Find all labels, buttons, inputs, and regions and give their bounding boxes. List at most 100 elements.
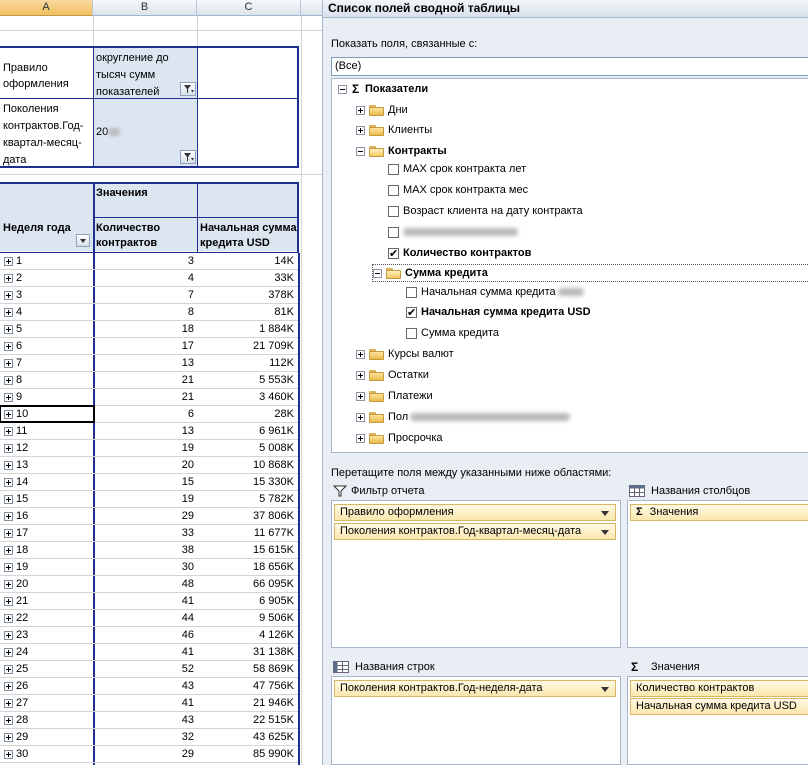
tree-node-contracts[interactable]: Контракты: [356, 142, 656, 160]
collapse-icon[interactable]: [338, 85, 347, 94]
table-row[interactable]: 19 30 18 656K: [0, 559, 298, 576]
expand-icon[interactable]: [4, 393, 13, 402]
table-row[interactable]: 9 21 3 460K: [0, 389, 298, 406]
expand-icon[interactable]: [4, 359, 13, 368]
expand-icon[interactable]: [4, 274, 13, 283]
field-max-years[interactable]: MAX срок контракта лет: [388, 160, 688, 178]
collapse-icon[interactable]: [373, 269, 382, 278]
expand-icon[interactable]: [4, 563, 13, 572]
tree-node-balances[interactable]: Остатки: [356, 366, 656, 384]
table-row[interactable]: 21 41 6 905K: [0, 593, 298, 610]
values-item[interactable]: Начальная сумма кредита USD: [630, 698, 808, 715]
dropdown-arrow-icon[interactable]: [601, 530, 609, 535]
expand-icon[interactable]: [356, 413, 365, 422]
expand-icon[interactable]: [4, 529, 13, 538]
dropdown-arrow-icon[interactable]: [601, 687, 609, 692]
field-checkbox[interactable]: [406, 328, 417, 339]
table-row[interactable]: 15 19 5 782K: [0, 491, 298, 508]
expand-icon[interactable]: [356, 106, 365, 115]
tree-node-payments[interactable]: Платежи: [356, 387, 656, 405]
expand-icon[interactable]: [4, 733, 13, 742]
tree-node-overdue[interactable]: Просрочка: [356, 429, 656, 447]
expand-icon[interactable]: [4, 580, 13, 589]
expand-icon[interactable]: [4, 444, 13, 453]
values-area[interactable]: Количество контрактов Начальная сумма кр…: [627, 676, 808, 765]
expand-icon[interactable]: [356, 371, 365, 380]
table-row[interactable]: 30 29 85 990K: [0, 746, 298, 763]
expand-icon[interactable]: [4, 308, 13, 317]
field-redacted[interactable]: [388, 223, 688, 241]
table-row[interactable]: 22 44 9 506K: [0, 610, 298, 627]
expand-icon[interactable]: [4, 495, 13, 504]
report-filter-area[interactable]: Правило оформления Поколения контрактов.…: [331, 500, 621, 648]
table-row[interactable]: 1 3 14K: [0, 253, 298, 270]
spreadsheet-grid[interactable]: A B C Правило оформления округление до т…: [0, 0, 322, 765]
table-row[interactable]: 3 7 378K: [0, 287, 298, 304]
tree-node-rates[interactable]: Курсы валют: [356, 345, 656, 363]
expand-icon[interactable]: [4, 512, 13, 521]
expand-icon[interactable]: [4, 257, 13, 266]
table-row[interactable]: 5 18 1 884K: [0, 321, 298, 338]
table-row[interactable]: 7 13 112K: [0, 355, 298, 372]
field-checkbox[interactable]: [388, 227, 399, 238]
expand-icon[interactable]: [4, 291, 13, 300]
tree-node-generations[interactable]: Пол: [356, 408, 676, 426]
field-initial-sum[interactable]: Начальная сумма кредита: [406, 283, 706, 301]
field-checkbox[interactable]: [388, 164, 399, 175]
expand-icon[interactable]: [4, 614, 13, 623]
expand-icon[interactable]: [4, 376, 13, 385]
show-fields-select[interactable]: (Все): [331, 57, 808, 76]
field-checkbox[interactable]: [406, 287, 417, 298]
row-labels-dropdown[interactable]: [76, 234, 90, 247]
filter2-value[interactable]: 20: [96, 126, 186, 139]
tree-node-days[interactable]: Дни: [356, 101, 656, 119]
expand-icon[interactable]: [356, 392, 365, 401]
table-row[interactable]: 11 13 6 961K: [0, 423, 298, 440]
table-row[interactable]: 16 29 37 806K: [0, 508, 298, 525]
row-labels-item[interactable]: Поколения контрактов.Год-неделя-дата: [334, 680, 616, 697]
table-row[interactable]: 25 52 58 869K: [0, 661, 298, 678]
table-row[interactable]: 28 43 22 515K: [0, 712, 298, 729]
column-header-b[interactable]: B: [93, 0, 197, 16]
report-filter-item[interactable]: Поколения контрактов.Год-квартал-месяц-д…: [334, 523, 616, 540]
table-row[interactable]: 8 21 5 553K: [0, 372, 298, 389]
expand-icon[interactable]: [4, 750, 13, 759]
expand-icon[interactable]: [4, 665, 13, 674]
expand-icon[interactable]: [4, 699, 13, 708]
table-row[interactable]: 24 41 31 138K: [0, 644, 298, 661]
table-row[interactable]: 6 17 21 709K: [0, 338, 298, 355]
report-filter-item[interactable]: Правило оформления: [334, 504, 616, 521]
expand-icon[interactable]: [4, 325, 13, 334]
column-header-c[interactable]: C: [197, 0, 301, 16]
expand-icon[interactable]: [4, 631, 13, 640]
expand-icon[interactable]: [356, 126, 365, 135]
table-row[interactable]: 4 8 81K: [0, 304, 298, 321]
collapse-icon[interactable]: [356, 147, 365, 156]
table-row[interactable]: 29 32 43 625K: [0, 729, 298, 746]
dropdown-arrow-icon[interactable]: [601, 511, 609, 516]
field-credit-sum[interactable]: Сумма кредита: [406, 324, 706, 342]
filter1-dropdown-button[interactable]: [180, 82, 196, 96]
field-max-months[interactable]: MAX срок контракта мес: [388, 181, 688, 199]
table-row[interactable]: 14 15 15 330K: [0, 474, 298, 491]
table-row[interactable]: 20 48 66 095K: [0, 576, 298, 593]
table-row[interactable]: 13 20 10 868K: [0, 457, 298, 474]
expand-icon[interactable]: [356, 434, 365, 443]
field-checkbox-checked[interactable]: [406, 304, 417, 322]
expand-icon[interactable]: [356, 350, 365, 359]
table-row[interactable]: 12 19 5 008K: [0, 440, 298, 457]
expand-icon[interactable]: [4, 597, 13, 606]
tree-node-root[interactable]: Σ Показатели: [338, 80, 808, 98]
expand-icon[interactable]: [4, 546, 13, 555]
expand-icon[interactable]: [4, 461, 13, 470]
field-initial-sum-usd[interactable]: Начальная сумма кредита USD: [406, 303, 706, 322]
column-labels-item[interactable]: Σ Значения: [630, 504, 808, 521]
field-contract-count[interactable]: Количество контрактов: [388, 244, 688, 263]
table-row[interactable]: 2 4 33K: [0, 270, 298, 287]
row-labels-area[interactable]: Поколения контрактов.Год-неделя-дата: [331, 676, 621, 765]
table-row[interactable]: 23 46 4 126K: [0, 627, 298, 644]
column-labels-area[interactable]: Σ Значения: [627, 500, 808, 648]
expand-icon[interactable]: [4, 342, 13, 351]
table-row[interactable]: 26 43 47 756K: [0, 678, 298, 695]
table-row[interactable]: 18 38 15 615K: [0, 542, 298, 559]
